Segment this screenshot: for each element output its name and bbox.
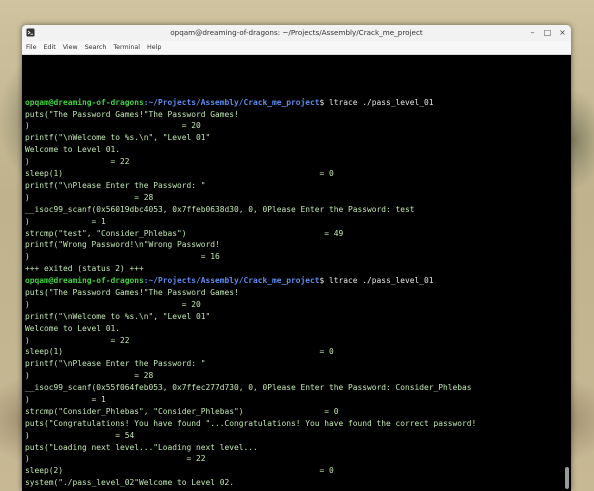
output-line: ) = 20 [25,121,201,131]
terminal-output[interactable]: opqam@dreaming-of-dragons:~/Projects/Ass… [22,55,571,491]
output-line: printf("\nWelcome to %s.\n", "Level 01" [25,133,211,143]
terminal-window[interactable]: opqam@dreaming-of-dragons: ~/Projects/As… [22,25,571,491]
output-line: printf("\nPlease Enter the Password: " [25,180,206,190]
terminal-icon [26,28,35,37]
menu-view[interactable]: View [63,41,78,54]
output-line: puts("Loading next level..."Loading next… [25,442,258,452]
minimize-icon[interactable]: – [528,28,537,37]
maximize-icon[interactable]: □ [543,28,552,37]
prompt-line: opqam@dreaming-of-dragons:~/Projects/Ass… [25,275,571,287]
window-title: opqam@dreaming-of-dragons: ~/Projects/As… [170,28,423,37]
output-line: sleep(1) = 0 [25,347,334,357]
output-line: strcmp("Consider_Phlebas", "Consider_Phl… [25,406,339,416]
output-line: ) = 16 [25,252,220,262]
output-line: ) = 1 [25,394,106,404]
output-line: ) = 20 [25,299,201,309]
output-line: sleep(1) = 0 [25,169,334,179]
menu-search[interactable]: Search [85,41,107,54]
menu-bar: File Edit View Search Terminal Help [22,41,571,55]
output-line: puts("Congratulations! You have found ".… [25,418,477,428]
output-line: puts("The Password Games!"The Password G… [25,287,239,297]
output-line: ) = 54 [25,430,135,440]
output-line: printf("\nPlease Enter the Password: " [25,359,206,369]
prompt-path: :~/Projects/Assembly/Crack_me_project [143,97,320,107]
output-line: __isoc99_scanf(0x56019dbc4053, 0x7ffeb06… [25,204,415,214]
output-line: printf("\nWelcome to %s.\n", "Level 01" [25,311,211,321]
command-text: $ ltrace ./pass_level_01 [319,276,434,286]
output-line: ) = 22 [25,157,130,167]
prompt-user-host: opqam@dreaming-of-dragons [25,97,144,107]
output-line: system("./pass_level_02"Welcome to Level… [25,478,235,488]
close-icon[interactable]: × [558,28,567,37]
output-line: ) = 22 [25,335,130,345]
output-line: puts("The Password Games!"The Password G… [25,109,239,119]
scrollbar-thumb[interactable] [565,467,569,489]
command-text: $ ltrace ./pass_level_01 [319,97,434,107]
prompt-line: opqam@dreaming-of-dragons:~/Projects/Ass… [25,97,571,109]
scrollbar[interactable] [565,55,569,491]
output-line: +++ exited (status 2) +++ [25,264,144,274]
output-line: __isoc99_scanf(0x55f064feb053, 0x7ffec27… [25,383,472,393]
output-line: Welcome to Level 01. [25,145,121,155]
output-line: strcmp("test", "Consider_Phlebas") = 49 [25,228,344,238]
output-line: ) = 22 [25,454,206,464]
menu-file[interactable]: File [26,41,37,54]
menu-help[interactable]: Help [147,41,161,54]
menu-terminal[interactable]: Terminal [113,41,140,54]
output-line: ) = 28 [25,192,154,202]
output-line: ) = 1 [25,216,106,226]
prompt-path: :~/Projects/Assembly/Crack_me_project [143,276,320,286]
prompt-user-host: opqam@dreaming-of-dragons [25,276,144,286]
output-line: sleep(2) = 0 [25,466,334,476]
output-line: printf("Wrong Password!\n"Wrong Password… [25,240,220,250]
output-line: ) = 28 [25,371,154,381]
output-line: Welcome to Level 01. [25,323,121,333]
title-bar[interactable]: opqam@dreaming-of-dragons: ~/Projects/As… [22,25,571,41]
menu-edit[interactable]: Edit [44,41,56,54]
